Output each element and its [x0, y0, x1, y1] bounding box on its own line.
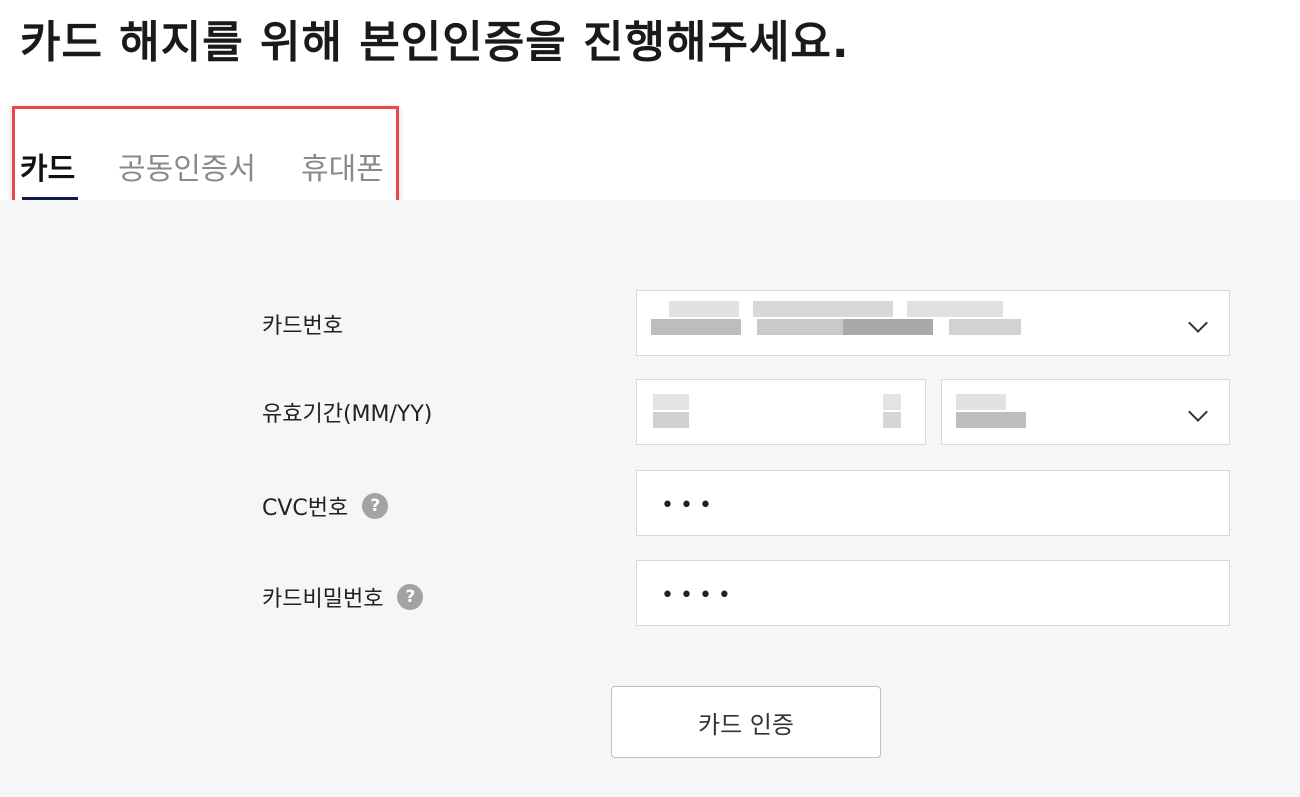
- card-password-input[interactable]: ••••: [636, 560, 1230, 626]
- chevron-down-icon: [1188, 313, 1208, 333]
- cvc-label: CVC번호 ?: [262, 490, 389, 522]
- tab-phone-label: 휴대폰: [301, 152, 384, 187]
- cvc-help-icon[interactable]: ?: [362, 493, 389, 519]
- cvc-input[interactable]: •••: [636, 470, 1230, 536]
- card-password-masked-value: ••••: [661, 583, 737, 608]
- tab-certificate[interactable]: 공동인증서: [118, 144, 256, 200]
- expiry-label: 유효기간(MM/YY): [262, 402, 433, 427]
- tab-card[interactable]: 카드: [20, 144, 78, 200]
- card-number-label: 카드번호: [262, 314, 343, 339]
- expiry-month-select[interactable]: [636, 379, 926, 445]
- expiry-year-select[interactable]: [941, 379, 1230, 445]
- card-password-label: 카드비밀번호 ?: [262, 581, 424, 613]
- page-title: 카드 해지를 위해 본인인증을 진행해주세요.: [20, 17, 850, 68]
- card-auth-button[interactable]: 카드 인증: [611, 686, 881, 758]
- tab-card-label: 카드: [20, 152, 76, 187]
- card-number-select[interactable]: [636, 290, 1230, 356]
- tab-phone[interactable]: 휴대폰: [301, 144, 384, 200]
- cvc-masked-value: •••: [661, 493, 718, 518]
- chevron-down-icon: [1188, 402, 1208, 422]
- card-password-help-icon[interactable]: ?: [397, 584, 424, 610]
- tab-certificate-label: 공동인증서: [118, 152, 256, 187]
